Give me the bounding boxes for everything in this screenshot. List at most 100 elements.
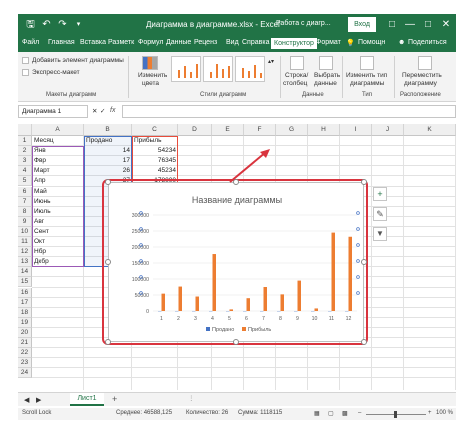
- change-type-label-1[interactable]: Изменить тип: [346, 72, 387, 79]
- resize-handle[interactable]: [105, 179, 111, 185]
- chart-elements-button[interactable]: +: [373, 187, 387, 201]
- name-box[interactable]: Диаграмма 1: [18, 105, 88, 118]
- cell[interactable]: Продано: [86, 136, 130, 146]
- row-header[interactable]: 17: [18, 297, 32, 308]
- sheet-tab-list1[interactable]: Лист1: [70, 393, 104, 406]
- cell[interactable]: Май: [34, 187, 82, 197]
- column-header[interactable]: C: [132, 124, 178, 136]
- ribbon-options-icon[interactable]: □: [384, 17, 400, 33]
- cell[interactable]: 45234: [134, 166, 176, 176]
- cell[interactable]: Июль: [34, 207, 82, 217]
- tab-home[interactable]: Главная: [48, 39, 75, 46]
- column-header[interactable]: A: [32, 124, 84, 136]
- row-header[interactable]: 24: [18, 368, 32, 379]
- column-header[interactable]: K: [404, 124, 456, 136]
- row-header[interactable]: 14: [18, 267, 32, 278]
- column-header[interactable]: F: [244, 124, 276, 136]
- zoom-in-icon[interactable]: +: [428, 410, 432, 416]
- cell[interactable]: Нбр: [34, 247, 82, 257]
- help-search[interactable]: Помощн: [358, 39, 385, 46]
- cell[interactable]: 76345: [134, 156, 176, 166]
- tab-view[interactable]: Вид: [226, 39, 239, 46]
- row-header[interactable]: 4: [18, 166, 32, 177]
- chart-style-2[interactable]: [203, 56, 233, 82]
- cell[interactable]: 54234: [134, 146, 176, 156]
- scroll-left-icon[interactable]: ◀: [24, 396, 29, 404]
- row-header[interactable]: 12: [18, 247, 32, 258]
- cell[interactable]: Сент: [34, 227, 82, 237]
- resize-handle[interactable]: [233, 339, 239, 345]
- select-all-corner[interactable]: [18, 124, 32, 136]
- row-header[interactable]: 1: [18, 136, 32, 147]
- cell[interactable]: Апр: [34, 176, 82, 186]
- row-header[interactable]: 10: [18, 226, 32, 237]
- customize-icon[interactable]: ▾: [72, 18, 85, 31]
- tab-formulas[interactable]: Формул: [138, 39, 163, 46]
- close-icon[interactable]: ✕: [438, 17, 454, 33]
- cell[interactable]: Дкбр: [34, 257, 82, 267]
- switch-row-column-label-1[interactable]: Строка/: [285, 72, 308, 79]
- tab-layout[interactable]: Разметк: [108, 39, 134, 46]
- resize-handle[interactable]: [105, 339, 111, 345]
- column-header[interactable]: H: [308, 124, 340, 136]
- column-header[interactable]: G: [276, 124, 308, 136]
- column-header[interactable]: D: [178, 124, 212, 136]
- column-header[interactable]: J: [372, 124, 404, 136]
- maximize-icon[interactable]: □: [420, 17, 436, 33]
- select-data-label-1[interactable]: Выбрать: [314, 72, 340, 79]
- cell[interactable]: Прибыль: [134, 136, 176, 146]
- add-sheet-button[interactable]: +: [112, 394, 117, 404]
- cell[interactable]: Март: [34, 166, 82, 176]
- column-header[interactable]: E: [212, 124, 244, 136]
- resize-handle[interactable]: [105, 259, 111, 265]
- redo-icon[interactable]: ↷: [56, 18, 69, 31]
- cell[interactable]: Янв: [34, 146, 82, 156]
- zoom-out-icon[interactable]: –: [358, 410, 361, 416]
- tab-data[interactable]: Данные: [166, 39, 191, 46]
- row-header[interactable]: 13: [18, 257, 32, 268]
- row-header[interactable]: 5: [18, 176, 32, 187]
- chart[interactable]: Название диаграммы 0 50000 100000 150000 2000…: [108, 182, 364, 342]
- move-chart-label-2[interactable]: диаграмму: [404, 80, 437, 87]
- cell[interactable]: Месяц: [34, 136, 82, 146]
- column-header[interactable]: B: [84, 124, 132, 136]
- tab-help[interactable]: Справка: [242, 39, 269, 46]
- cell[interactable]: 26: [86, 166, 130, 176]
- share-button[interactable]: Поделиться: [408, 39, 447, 46]
- zoom-level[interactable]: 100 %: [436, 410, 453, 416]
- row-header[interactable]: 22: [18, 348, 32, 359]
- chart-style-1[interactable]: [171, 56, 201, 82]
- styles-scroll-icon[interactable]: ▴▾: [268, 58, 274, 65]
- view-normal-icon[interactable]: ▦: [314, 410, 320, 417]
- row-header[interactable]: 20: [18, 327, 32, 338]
- login-button[interactable]: Вход: [348, 17, 376, 32]
- scroll-right-icon[interactable]: ▶: [36, 396, 41, 404]
- change-colors-label-2[interactable]: цвета: [142, 80, 159, 87]
- row-header[interactable]: 19: [18, 317, 32, 328]
- resize-handle[interactable]: [361, 259, 367, 265]
- filter-icon[interactable]: ▼: [373, 227, 387, 241]
- move-chart-label-1[interactable]: Переместить: [402, 72, 442, 79]
- row-header[interactable]: 8: [18, 206, 32, 217]
- row-header[interactable]: 9: [18, 216, 32, 227]
- row-header[interactable]: 21: [18, 338, 32, 349]
- tab-insert[interactable]: Вставка: [80, 39, 106, 46]
- row-header[interactable]: 11: [18, 237, 32, 248]
- select-data-label-2[interactable]: данные: [314, 80, 337, 87]
- view-break-icon[interactable]: ▩: [342, 410, 348, 417]
- cell[interactable]: Июнь: [34, 197, 82, 207]
- brush-icon[interactable]: ✎: [373, 207, 387, 221]
- resize-handle[interactable]: [361, 179, 367, 185]
- chart-style-3[interactable]: [235, 56, 265, 82]
- cell[interactable]: 17: [86, 156, 130, 166]
- change-type-label-2[interactable]: диаграммы: [350, 80, 384, 87]
- minimize-icon[interactable]: —: [402, 17, 418, 33]
- cell[interactable]: 14: [86, 146, 130, 156]
- row-header[interactable]: 23: [18, 358, 32, 369]
- tab-review[interactable]: Реценз: [194, 39, 217, 46]
- cancel-icon[interactable]: ✕: [92, 107, 97, 115]
- change-colors-label-1[interactable]: Изменить: [138, 72, 167, 79]
- fx-icon[interactable]: fx: [110, 107, 115, 114]
- row-header[interactable]: 16: [18, 287, 32, 298]
- column-header[interactable]: I: [340, 124, 372, 136]
